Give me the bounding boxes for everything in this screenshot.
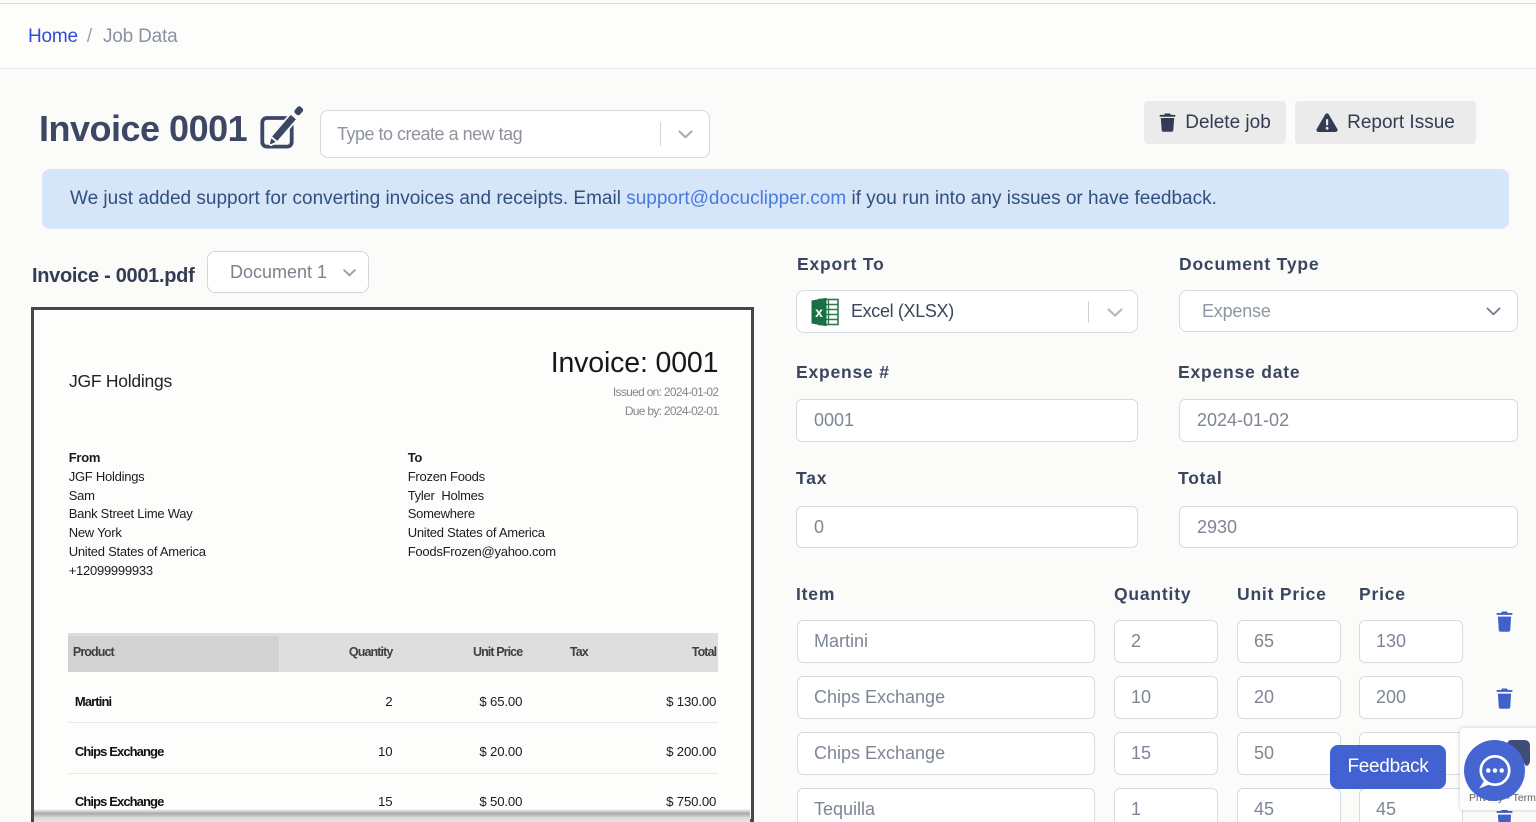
svg-text:x: x	[815, 304, 823, 320]
